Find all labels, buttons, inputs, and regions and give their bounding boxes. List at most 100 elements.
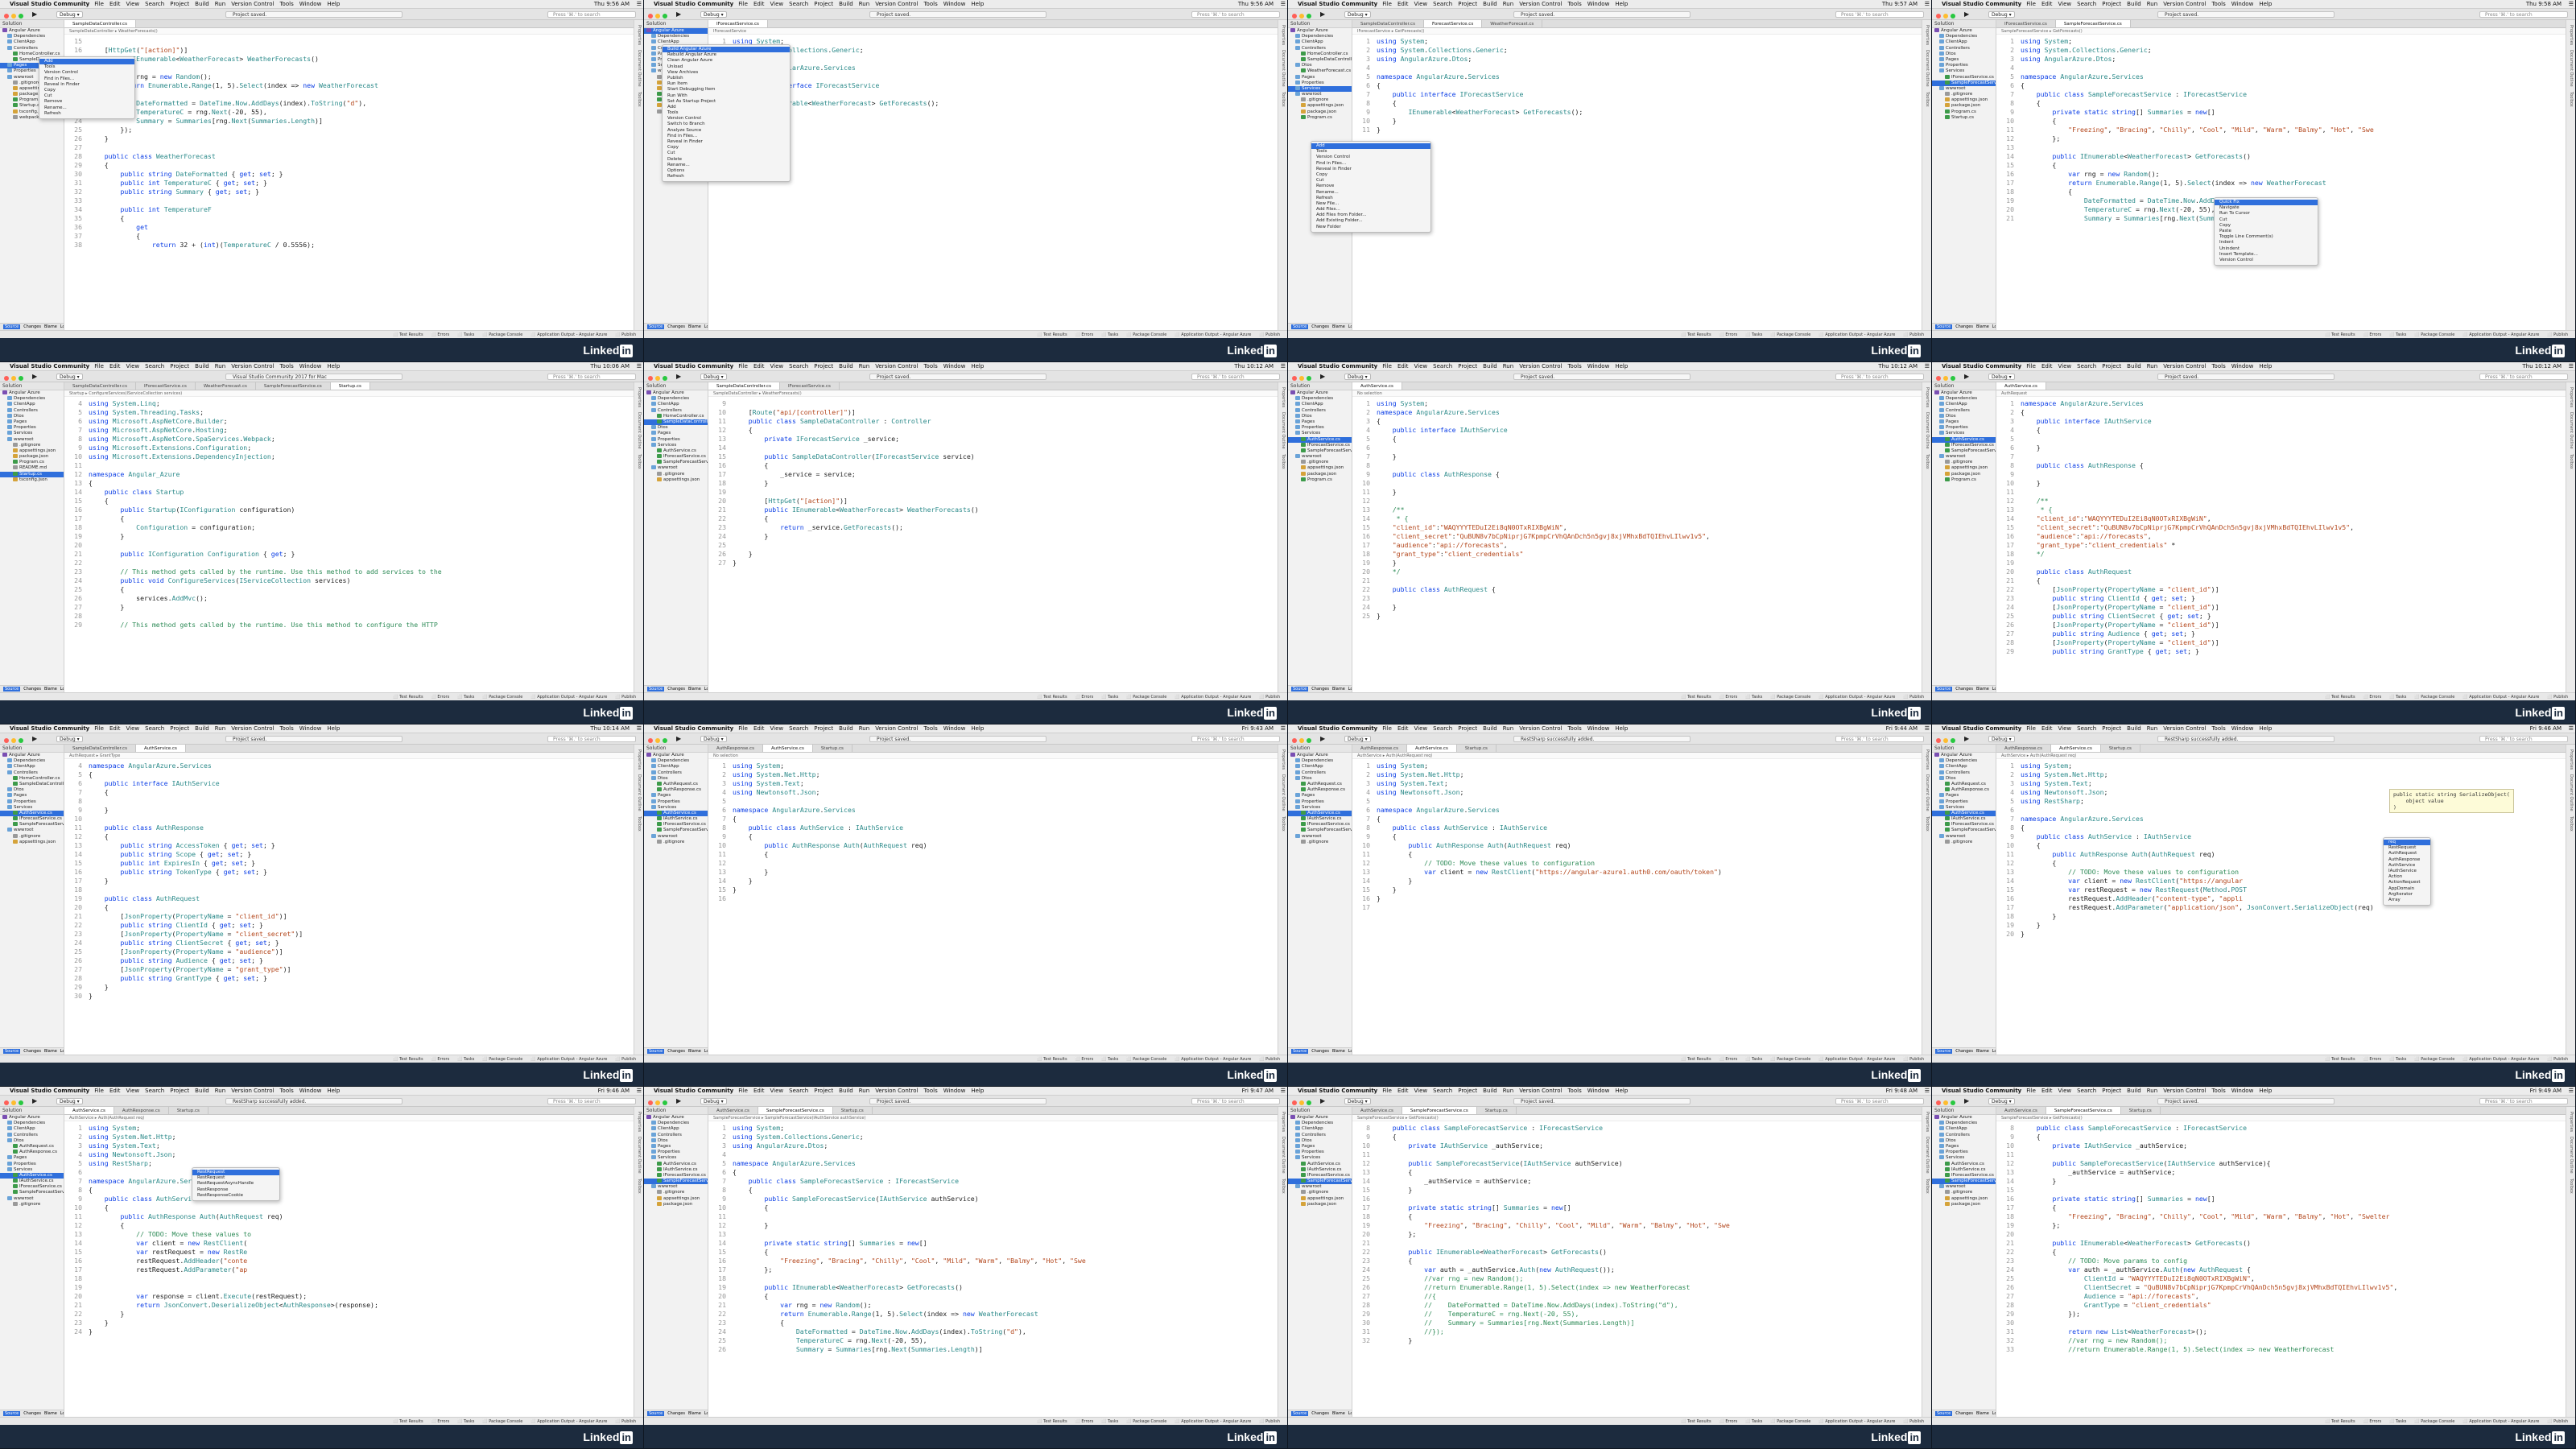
menu-run[interactable]: Run <box>859 1 869 7</box>
tree-item[interactable]: AuthService.cs <box>0 810 64 817</box>
vcs-tab-blame[interactable]: Blame <box>44 1411 57 1416</box>
menu-window[interactable]: Window <box>1587 1088 1610 1094</box>
menu-search[interactable]: Search <box>145 1 164 7</box>
menu-search[interactable]: Search <box>2077 725 2096 732</box>
status-item[interactable]: ⬜ Errors <box>1719 1057 1738 1062</box>
menu-search[interactable]: Search <box>1433 1 1452 7</box>
breadcrumb[interactable]: No selection <box>708 753 1278 759</box>
app-name[interactable]: Visual Studio Community <box>10 1088 89 1094</box>
tree-item[interactable]: Angular Azure <box>1288 28 1352 34</box>
menu-view[interactable]: View <box>770 363 784 369</box>
tree-item[interactable]: Pages <box>644 431 708 436</box>
breadcrumb[interactable]: AuthService ▸ Auth(AuthRequest req) <box>1996 753 2566 759</box>
context-menu-item[interactable]: Reveal in Finder <box>39 82 134 88</box>
menu-file[interactable]: File <box>1382 1 1392 7</box>
status-item[interactable]: ⬜ Publish <box>1259 695 1280 700</box>
menu-build[interactable]: Build <box>195 1088 209 1094</box>
status-item[interactable]: ⬜ Package Console <box>2414 1057 2454 1062</box>
menu-version-control[interactable]: Version Control <box>875 1 918 7</box>
menu-view[interactable]: View <box>770 1 784 7</box>
context-menu-item[interactable]: Clean Angular Azure <box>663 58 790 64</box>
menu-view[interactable]: View <box>126 1088 140 1094</box>
editor-tab[interactable]: Startup.cs <box>330 382 370 390</box>
menu-edit[interactable]: Edit <box>2041 1 2053 7</box>
tree-item[interactable]: Angular Azure <box>0 1115 64 1121</box>
tree-item[interactable]: package.json <box>644 1201 708 1208</box>
context-menu-item[interactable]: Rename... <box>39 105 134 111</box>
menu-view[interactable]: View <box>2058 725 2072 732</box>
breadcrumb[interactable]: AuthRequest <box>1996 390 2566 397</box>
tree-item[interactable]: Pages <box>0 1155 64 1161</box>
minimize-icon[interactable] <box>1299 738 1304 743</box>
menu-run[interactable]: Run <box>215 363 225 369</box>
status-item[interactable]: ⬜ Tasks <box>457 695 474 700</box>
vcs-tab-changes[interactable]: Changes <box>1955 687 1973 691</box>
tree-item[interactable]: .gitignore <box>644 1190 708 1195</box>
tree-item[interactable]: Program.cs <box>1932 109 1996 115</box>
code-area[interactable]: 1 using System; 2 using System.Net.Http; 3 us… <box>64 1121 634 1336</box>
menu-run[interactable]: Run <box>215 1 225 7</box>
tree-item[interactable]: SampleForecastService.cs <box>1932 1179 1996 1185</box>
tree-item[interactable]: wwwroot <box>1288 92 1352 97</box>
close-icon[interactable] <box>1292 14 1297 19</box>
menu-help[interactable]: Help <box>971 725 984 732</box>
context-menu-item[interactable]: Publish <box>663 76 790 81</box>
config-select[interactable]: Debug ▾ <box>1988 736 2015 742</box>
status-item[interactable]: ⬜ Tasks <box>2389 1419 2406 1424</box>
editor-tab[interactable]: SampleForecastService.cs <box>2046 1107 2121 1114</box>
tree-item[interactable]: Pages <box>0 793 64 799</box>
tree-item[interactable]: AuthResponse.cs <box>644 787 708 793</box>
context-menu-item[interactable]: Copy <box>663 145 790 151</box>
status-item[interactable]: ⬜ Application Output - Angular Azure <box>1174 1057 1251 1062</box>
status-item[interactable]: ⬜ Package Console <box>1126 332 1166 337</box>
vcs-tab-source[interactable]: Source <box>647 1049 665 1054</box>
menu-view[interactable]: View <box>770 725 784 732</box>
status-item[interactable]: ⬜ Application Output - Angular Azure <box>530 332 607 337</box>
breadcrumb[interactable]: IForecastService <box>708 28 1278 35</box>
side-pad-properties[interactable]: Properties <box>637 1112 642 1132</box>
close-icon[interactable] <box>1292 1100 1297 1105</box>
context-menu-item[interactable]: Version Control <box>39 70 134 76</box>
close-icon[interactable] <box>4 1100 9 1105</box>
menu-file[interactable]: File <box>94 1088 104 1094</box>
status-item[interactable]: ⬜ Tasks <box>1101 695 1118 700</box>
menu-edit[interactable]: Edit <box>753 1088 765 1094</box>
tree-item[interactable]: Dtos <box>1932 413 1996 419</box>
status-item[interactable]: ⬜ Application Output - Angular Azure <box>1818 1419 1895 1424</box>
code-area[interactable]: 1using System;2using System.Collections.… <box>708 35 1278 126</box>
app-name[interactable]: Visual Studio Community <box>654 363 733 369</box>
menu-edit[interactable]: Edit <box>2041 1088 2053 1094</box>
menu-build[interactable]: Build <box>839 363 853 369</box>
menu-tools[interactable]: Tools <box>2211 725 2225 732</box>
search-input[interactable]: Press '⌘.' to search <box>547 11 636 18</box>
tree-item[interactable]: HomeController.cs <box>644 413 708 419</box>
app-name[interactable]: Visual Studio Community <box>10 363 89 369</box>
search-input[interactable]: Press '⌘.' to search <box>547 1098 636 1104</box>
side-pad-document-outline[interactable]: Document Outline <box>637 50 642 87</box>
run-icon[interactable]: ▶ <box>1320 733 1325 744</box>
vcs-tab-blame[interactable]: Blame <box>688 324 701 329</box>
menu-view[interactable]: View <box>126 1 140 7</box>
status-item[interactable]: ⬜ Application Output - Angular Azure <box>2462 1057 2539 1062</box>
breadcrumb[interactable]: SampleDataController ▸ WeatherForecasts(… <box>708 390 1278 397</box>
side-pad-document-outline[interactable]: Document Outline <box>2569 50 2574 87</box>
editor-tab[interactable]: Startup.cs <box>833 1107 873 1114</box>
context-menu-item[interactable]: Find in Files... <box>39 76 134 82</box>
close-icon[interactable] <box>1936 1100 1941 1105</box>
status-item[interactable]: ⬜ Test Results <box>2325 332 2355 337</box>
menu-view[interactable]: View <box>2058 1 2072 7</box>
config-select[interactable]: Debug ▾ <box>1344 11 1371 18</box>
menu-run[interactable]: Run <box>1503 1 1513 7</box>
tree-item[interactable]: Program.cs <box>1288 114 1352 121</box>
menu-window[interactable]: Window <box>2231 363 2254 369</box>
menu-version-control[interactable]: Version Control <box>2163 1088 2206 1094</box>
vcs-tab-source[interactable]: Source <box>1935 1049 1953 1054</box>
tree-item[interactable]: Program.cs <box>1932 477 1996 483</box>
tree-item[interactable]: wwwroot <box>0 828 64 833</box>
zoom-icon[interactable] <box>1307 376 1311 381</box>
config-select[interactable]: Debug ▾ <box>56 736 83 742</box>
vcs-tab-blame[interactable]: Blame <box>1976 324 1989 329</box>
menu-help[interactable]: Help <box>971 1 984 7</box>
search-input[interactable]: Press '⌘.' to search <box>1191 374 1280 380</box>
status-item[interactable]: ⬜ Publish <box>615 1419 636 1424</box>
